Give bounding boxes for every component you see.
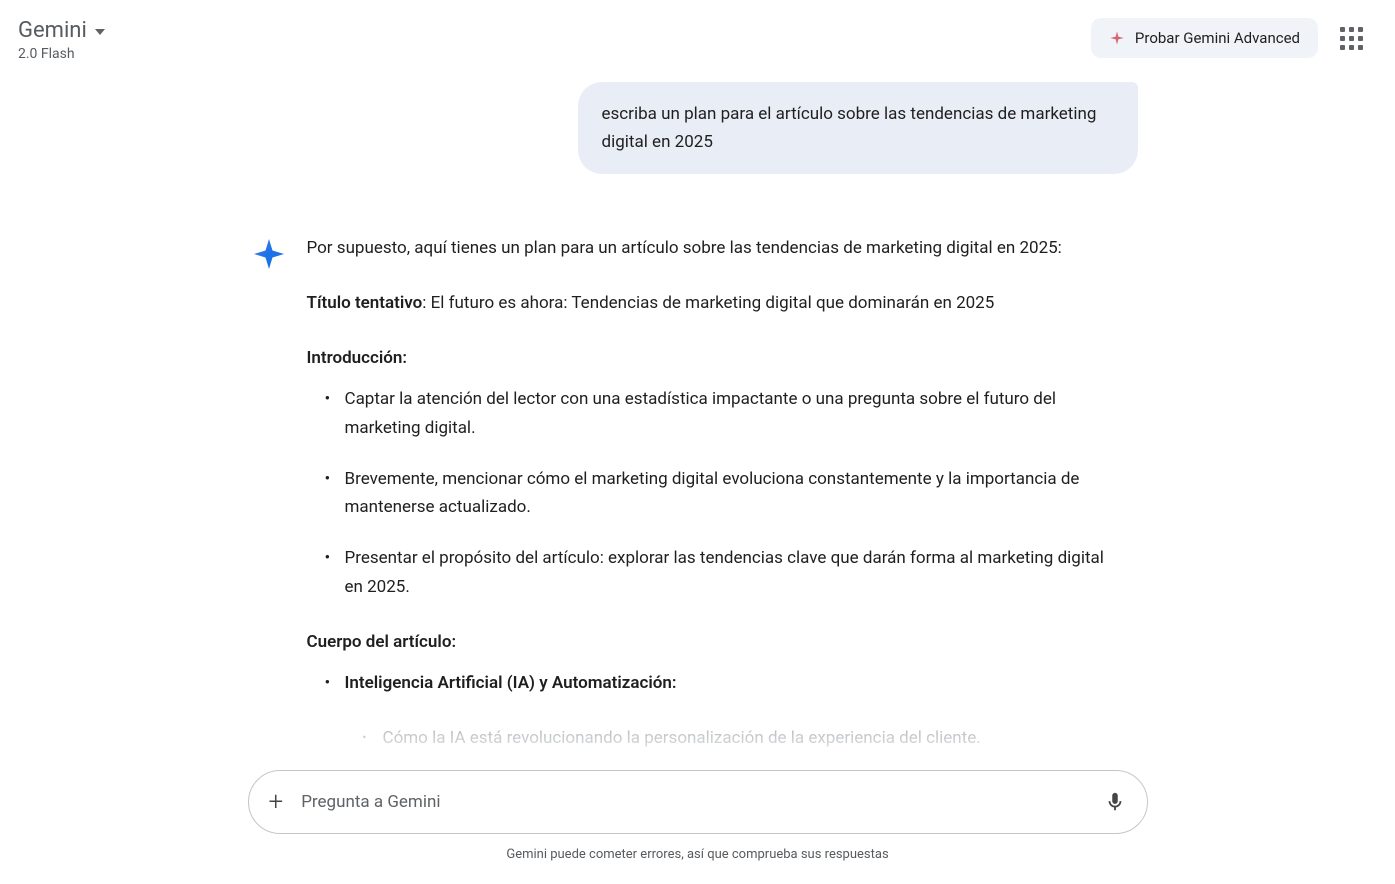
assistant-content: Por supuesto, aquí tienes un plan para u…: [307, 234, 1148, 763]
try-advanced-button[interactable]: Probar Gemini Advanced: [1091, 18, 1318, 58]
list-item: Captar la atención del lector con una es…: [307, 385, 1118, 443]
body-list: Inteligencia Artificial (IA) y Automatiz…: [307, 669, 1118, 698]
chevron-down-icon: [95, 29, 105, 35]
try-advanced-label: Probar Gemini Advanced: [1135, 29, 1300, 47]
header: Gemini 2.0 Flash Probar Gemini Advanced: [0, 0, 1395, 62]
list-item: Inteligencia Artificial (IA) y Automatiz…: [307, 669, 1118, 698]
list-item: Cómo la IA está revolucionando la person…: [307, 724, 1118, 753]
spark-icon: [1109, 30, 1125, 46]
header-left: Gemini 2.0 Flash: [18, 18, 105, 62]
apps-grid-icon[interactable]: [1332, 19, 1371, 58]
header-right: Probar Gemini Advanced: [1091, 18, 1371, 58]
title-value: : El futuro es ahora: Tendencias de mark…: [422, 293, 994, 313]
plus-icon[interactable]: +: [269, 787, 284, 817]
user-message-row: escriba un plan para el artículo sobre l…: [248, 82, 1148, 174]
intro-list: Captar la atención del lector con una es…: [307, 385, 1118, 602]
gemini-avatar-icon: [253, 238, 285, 270]
tentative-title-line: Título tentativo: El futuro es ahora: Te…: [307, 289, 1118, 318]
chat-container: escriba un plan para el artículo sobre l…: [248, 62, 1148, 763]
intro-section-label: Introducción:: [307, 344, 1118, 373]
prompt-input[interactable]: [301, 792, 1102, 812]
mic-icon[interactable]: [1103, 790, 1127, 814]
list-item: Presentar el propósito del artículo: exp…: [307, 544, 1118, 602]
input-bar: +: [248, 770, 1148, 834]
body-section-label: Cuerpo del artículo:: [307, 628, 1118, 657]
input-bar-wrap: +: [248, 770, 1148, 834]
app-title: Gemini: [18, 18, 87, 43]
list-item: Brevemente, mencionar cómo el marketing …: [307, 465, 1118, 523]
app-selector[interactable]: Gemini: [18, 18, 105, 43]
app-subtitle: 2.0 Flash: [18, 46, 105, 62]
assistant-intro: Por supuesto, aquí tienes un plan para u…: [307, 234, 1118, 263]
footer-note: Gemini puede cometer errores, así que co…: [506, 847, 888, 862]
assistant-row: Por supuesto, aquí tienes un plan para u…: [248, 234, 1148, 763]
user-message: escriba un plan para el artículo sobre l…: [578, 82, 1138, 174]
title-label: Título tentativo: [307, 293, 423, 313]
body-sublist: Cómo la IA está revolucionando la person…: [307, 724, 1118, 753]
